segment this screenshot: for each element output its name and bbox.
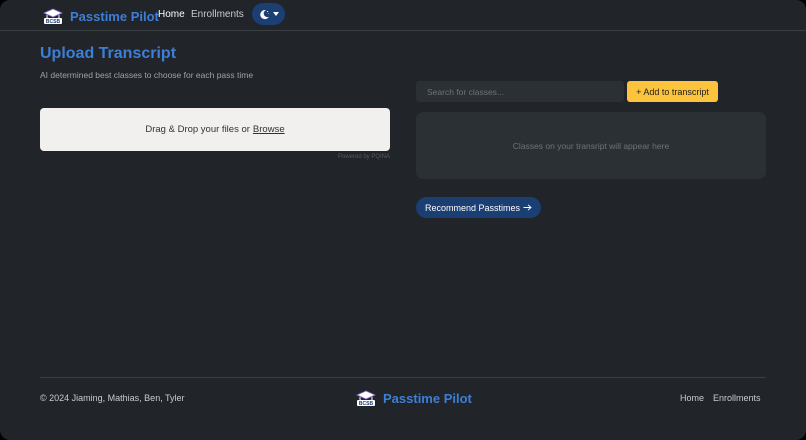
logo-icon: BCSB bbox=[356, 390, 376, 407]
add-to-transcript-button[interactable]: + Add to transcript bbox=[627, 81, 718, 102]
chevron-down-icon bbox=[272, 12, 279, 16]
nav-link-enrollments[interactable]: Enrollments bbox=[191, 9, 244, 20]
file-dropzone[interactable]: Drag & Drop your files or Browse bbox=[40, 108, 390, 151]
transcript-empty-text: Classes on your transript will appear he… bbox=[512, 140, 670, 151]
theme-toggle-button[interactable] bbox=[252, 3, 285, 25]
brand-name: Passtime Pilot bbox=[70, 8, 159, 24]
footer-link-enrollments[interactable]: Enrollments bbox=[713, 393, 761, 403]
transcript-classes-list: Classes on your transript will appear he… bbox=[416, 112, 766, 179]
browse-link[interactable]: Browse bbox=[253, 124, 285, 135]
dropzone-label: Drag & Drop your files or bbox=[145, 124, 250, 135]
footer-copyright: © 2024 Jiaming, Mathias, Ben, Tyler bbox=[40, 393, 185, 403]
footer-divider bbox=[40, 377, 766, 378]
arrow-right-icon bbox=[523, 204, 532, 211]
navbar-brand[interactable]: BCSB Passtime Pilot bbox=[41, 6, 159, 26]
powered-by-credit[interactable]: Powered by PQINA bbox=[300, 154, 390, 160]
page-title: Upload Transcript bbox=[40, 45, 177, 62]
class-search-input[interactable] bbox=[416, 81, 624, 102]
svg-text:BCSB: BCSB bbox=[359, 401, 374, 407]
footer-brand[interactable]: BCSB Passtime Pilot bbox=[354, 388, 472, 408]
logo-icon: BCSB bbox=[43, 8, 63, 25]
footer-link-home[interactable]: Home bbox=[680, 393, 704, 403]
recommend-button-label: Recommend Passtimes bbox=[424, 202, 521, 213]
nav-link-home[interactable]: Home bbox=[158, 9, 185, 20]
moon-icon bbox=[259, 9, 269, 19]
page-subtitle: AI determined best classes to choose for… bbox=[40, 70, 254, 80]
recommend-passtimes-button[interactable]: Recommend Passtimes bbox=[416, 197, 541, 218]
app-window: BCSB Passtime Pilot Home Enrollments Upl… bbox=[0, 0, 806, 440]
svg-text:BCSB: BCSB bbox=[46, 19, 61, 25]
footer-brand-name: Passtime Pilot bbox=[383, 390, 472, 406]
navbar: BCSB Passtime Pilot Home Enrollments bbox=[0, 0, 806, 31]
